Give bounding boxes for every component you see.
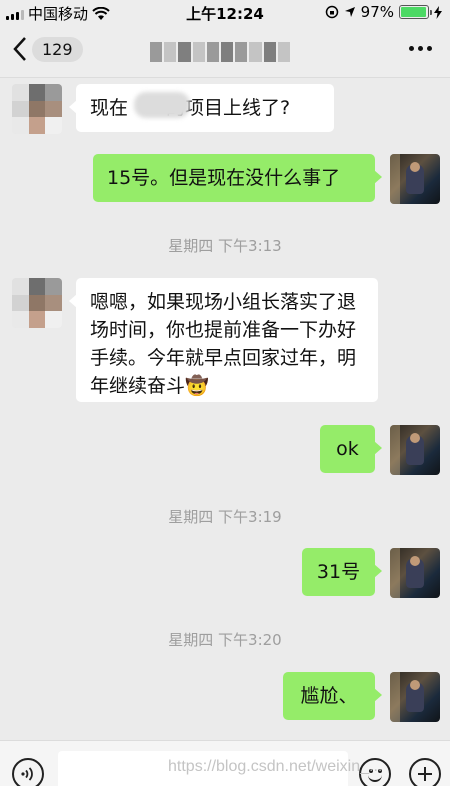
message-text: 31号 [316, 561, 361, 583]
unread-count-badge: 129 [32, 36, 83, 62]
watermark-text: https://blog.csdn.net/weixin_... [168, 758, 383, 775]
message-bubble-outgoing[interactable]: 尴尬、 [283, 672, 382, 720]
chat-title-pixelated [150, 42, 291, 62]
chat-header: 129 [0, 24, 450, 78]
my-avatar[interactable] [390, 425, 440, 475]
battery-percent: 97% [360, 3, 394, 21]
message-timestamp: 星期四 下午3:20 [168, 631, 282, 649]
status-bar: 中国移动 上午12:24 97% [0, 0, 450, 24]
contact-avatar[interactable] [12, 278, 62, 328]
charging-icon [434, 5, 442, 19]
back-button[interactable]: 129 [12, 36, 83, 62]
lock-rotation-icon [325, 5, 338, 19]
status-right: 97% [325, 3, 442, 21]
redaction-blur [134, 92, 190, 118]
back-chevron-icon [13, 37, 26, 61]
message-bubble-outgoing[interactable]: 15号。但是现在没什么事了 [93, 154, 382, 202]
my-avatar[interactable] [390, 672, 440, 722]
battery-fill [401, 7, 427, 17]
message-timestamp: 星期四 下午3:19 [168, 508, 282, 526]
message-text: 15号。但是现在没什么事了 [107, 167, 341, 189]
message-text: ok [336, 438, 359, 460]
message-text: 尴尬、 [300, 685, 358, 707]
plus-icon[interactable] [409, 758, 441, 786]
more-icon[interactable] [409, 46, 432, 51]
contact-avatar[interactable] [12, 84, 62, 134]
my-avatar[interactable] [390, 154, 440, 204]
message-bubble-incoming[interactable]: 嗯嗯，如果现场小组长落实了退场时间，你也提前准备一下办好手续。今年就早点回家过年… [69, 278, 378, 402]
battery-icon [399, 5, 432, 19]
message-bubble-incoming[interactable]: 现在 的项目上线了? [69, 84, 334, 132]
message-text: 现在 的项目上线了? [90, 97, 291, 119]
location-icon [344, 7, 355, 17]
my-avatar[interactable] [390, 548, 440, 598]
message-bubble-outgoing[interactable]: ok [320, 425, 382, 473]
message-timestamp: 星期四 下午3:13 [168, 237, 282, 255]
message-text: 嗯嗯，如果现场小组长落实了退场时间，你也提前准备一下办好手续。今年就早点回家过年… [90, 291, 357, 397]
voice-icon[interactable] [12, 758, 44, 786]
message-bubble-outgoing[interactable]: 31号 [302, 548, 382, 596]
